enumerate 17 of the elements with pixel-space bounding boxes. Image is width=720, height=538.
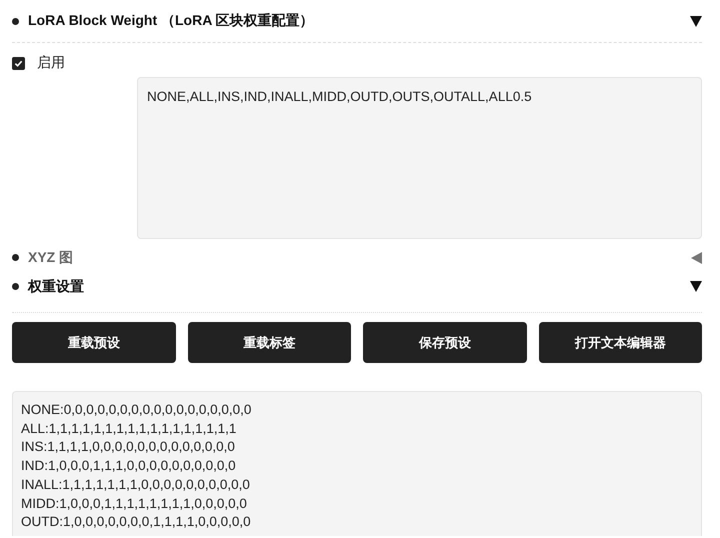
triangle-down-icon[interactable] bbox=[690, 16, 702, 26]
action-button[interactable]: 重载预设 bbox=[12, 322, 176, 363]
bullet-icon bbox=[12, 283, 19, 290]
action-button[interactable]: 保存预设 bbox=[363, 322, 526, 363]
triangle-left-icon[interactable] bbox=[691, 252, 702, 264]
action-button[interactable]: 打开文本编辑器 bbox=[538, 322, 702, 363]
section-title[interactable]: 权重设置 bbox=[28, 278, 690, 296]
input-field[interactable]: NONE,ALL,INS,IND,INALL,MIDD,OUTD,OUTS,OUTALL,ALL0.5 bbox=[137, 77, 702, 239]
triangle-down-icon[interactable] bbox=[690, 281, 702, 292]
bullet-icon bbox=[12, 254, 19, 261]
bullet-icon bbox=[12, 18, 19, 24]
action-button[interactable]: 重载标签 bbox=[188, 322, 351, 363]
text-area[interactable]: NONE:0,0,0,0,0,0,0,0,0,0,0,0,0,0,0,0,0 ALL:1,1,1,1,1,1,1,1,1,1,1,1,1,1,1,1,1 INS:1,1,1,1,0,0,0,0,0,0,0,0,0,0,0,0,0 IND:1,0,0,0,1,1,1,0,0,0,0,0,0,0,0,0,0 INALL:1,1,1,1,1,1,1,0,0,0,0,0,0,0,0,0,0 MIDD:1,0,0,0,1,1,1,1,1,1,1,1,0,0,0,0,0 OUTD:1,0,0,0,0,0,0,0,1,1,1,1,0,0,0,0,0 bbox=[12, 391, 702, 536]
section-title[interactable]: XYZ 图 bbox=[28, 248, 691, 266]
checkbox-label: 启用 bbox=[37, 54, 65, 72]
checkbox[interactable] bbox=[12, 56, 25, 70]
section-title[interactable]: LoRA Block Weight （LoRA 区块权重配置） bbox=[28, 12, 690, 30]
